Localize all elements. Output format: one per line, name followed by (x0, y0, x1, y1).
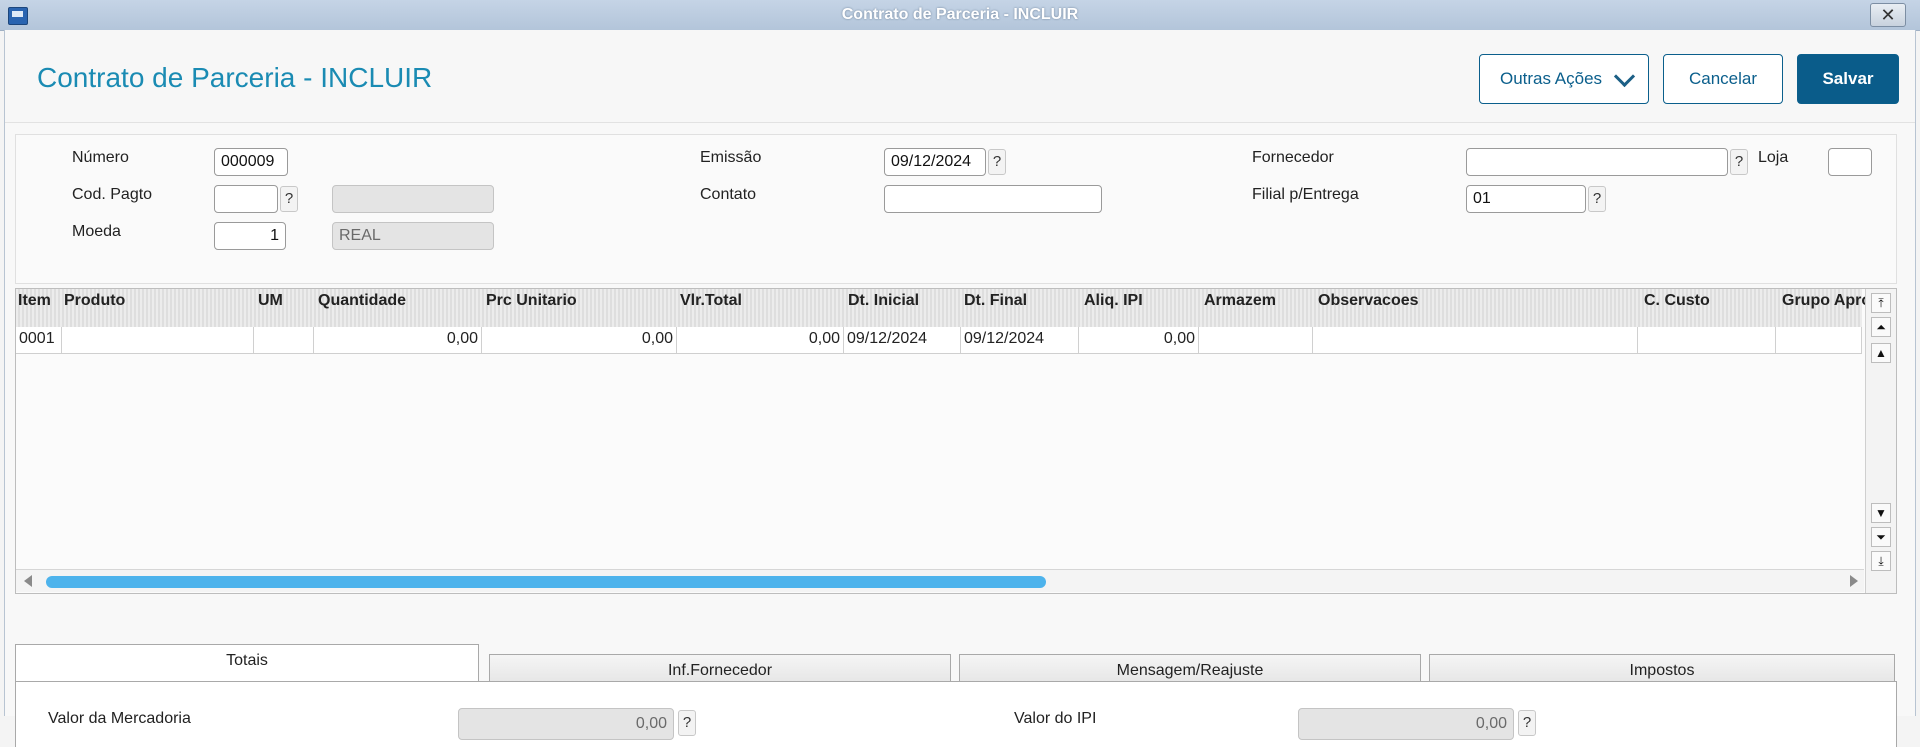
fornecedor-label: Fornecedor (1252, 149, 1334, 166)
cell-um[interactable] (254, 327, 314, 353)
col-header-aliq-ipi[interactable]: Aliq. IPI (1084, 292, 1143, 310)
chevron-down-icon (1613, 65, 1636, 88)
cod-pagto-help-icon[interactable]: ? (280, 186, 298, 212)
valor-ipi-label: Valor do IPI (1014, 710, 1097, 727)
scroll-bottom-icon[interactable]: ⤓ (1871, 551, 1891, 571)
grid-header: Item Produto UM Quantidade Prc Unitario … (16, 289, 1871, 327)
cell-aliq-ipi[interactable]: 0,00 (1079, 327, 1199, 353)
fornecedor-field[interactable] (1466, 148, 1728, 176)
filial-entrega-field[interactable] (1466, 185, 1586, 213)
col-header-grupo-apro[interactable]: Grupo Apro (1782, 292, 1871, 310)
window-title: Contrato de Parceria - INCLUIR (841, 6, 1079, 23)
grid-horizontal-scrollbar[interactable] (16, 569, 1864, 592)
moeda-field[interactable] (214, 222, 286, 250)
cell-grupo-apro[interactable] (1776, 327, 1862, 353)
save-button[interactable]: Salvar (1797, 54, 1899, 104)
outras-acoes-label: Outras Ações (1500, 69, 1603, 88)
outras-acoes-button[interactable]: Outras Ações (1479, 54, 1649, 104)
scroll-down-icon[interactable]: ▼ (1871, 503, 1891, 523)
moeda-description (332, 222, 494, 250)
cell-produto[interactable] (62, 327, 254, 353)
numero-field[interactable] (214, 148, 288, 176)
valor-ipi-field (1298, 708, 1514, 740)
cell-quantidade[interactable]: 0,00 (314, 327, 482, 353)
grid-vertical-scrollbar[interactable]: ⤒ ⏶ ▲ ▼ ⏷ ⤓ (1865, 289, 1896, 593)
valor-mercadoria-field (458, 708, 674, 740)
page-title: Contrato de Parceria - INCLUIR (37, 62, 433, 93)
col-header-prc-unitario[interactable]: Prc Unitario (486, 292, 577, 310)
scroll-top-icon[interactable]: ⤒ (1871, 293, 1891, 313)
scroll-left-icon[interactable] (24, 575, 32, 587)
contato-label: Contato (700, 186, 757, 203)
cell-c-custo[interactable] (1638, 327, 1776, 353)
loja-field[interactable] (1828, 148, 1872, 176)
filial-entrega-help-icon[interactable]: ? (1588, 186, 1606, 212)
col-header-dt-inicial[interactable]: Dt. Inicial (848, 292, 919, 310)
emissao-help-icon[interactable]: ? (988, 149, 1006, 175)
loja-label: Loja (1758, 149, 1789, 166)
emissao-label: Emissão (700, 149, 762, 166)
emissao-field[interactable] (884, 148, 986, 176)
cell-prc-unitario[interactable]: 0,00 (482, 327, 677, 353)
cell-armazem[interactable] (1199, 327, 1313, 353)
close-icon[interactable]: ✕ (1870, 3, 1906, 27)
items-grid: Item Produto UM Quantidade Prc Unitario … (15, 288, 1897, 594)
col-header-c-custo[interactable]: C. Custo (1644, 292, 1710, 310)
header-form: Número Cod. Pagto ? Moeda Emissão ? Cont… (15, 134, 1897, 284)
cod-pagto-label: Cod. Pagto (72, 186, 153, 203)
cell-dt-final[interactable]: 09/12/2024 (961, 327, 1079, 353)
col-header-armazem[interactable]: Armazem (1204, 292, 1276, 310)
col-header-item[interactable]: Item (18, 292, 51, 310)
scroll-up-icon[interactable]: ▲ (1871, 343, 1891, 363)
numero-label: Número (72, 149, 129, 166)
cell-dt-inicial[interactable]: 09/12/2024 (844, 327, 961, 353)
col-header-vlr-total[interactable]: Vlr.Total (680, 292, 742, 310)
col-header-produto[interactable]: Produto (64, 292, 125, 310)
moeda-label: Moeda (72, 223, 121, 240)
col-header-um[interactable]: UM (258, 292, 283, 310)
col-header-observacoes[interactable]: Observacoes (1318, 292, 1419, 310)
scrollbar-thumb[interactable] (46, 576, 1046, 588)
cell-item[interactable]: 0001 (16, 327, 62, 353)
page-down-icon[interactable]: ⏷ (1871, 527, 1891, 547)
totais-panel: Valor da Mercadoria ? Valor do IPI ? (15, 681, 1897, 747)
cancel-button[interactable]: Cancelar (1663, 54, 1783, 104)
cod-pagto-field[interactable] (214, 185, 278, 213)
valor-mercadoria-label: Valor da Mercadoria (48, 710, 191, 727)
cod-pagto-description (332, 185, 494, 213)
dialog-frame: Contrato de Parceria - INCLUIR Outras Aç… (4, 30, 1916, 747)
cell-observacoes[interactable] (1313, 327, 1638, 353)
scroll-right-icon[interactable] (1850, 575, 1858, 587)
fornecedor-help-icon[interactable]: ? (1730, 149, 1748, 175)
table-row[interactable]: 0001 0,00 0,00 0,00 09/12/2024 09/12/202… (16, 327, 1862, 354)
contato-field[interactable] (884, 185, 1102, 213)
valor-mercadoria-help-icon[interactable]: ? (678, 710, 696, 736)
filial-entrega-label: Filial p/Entrega (1252, 186, 1359, 203)
valor-ipi-help-icon[interactable]: ? (1518, 710, 1536, 736)
col-header-quantidade[interactable]: Quantidade (318, 292, 406, 310)
cell-vlr-total[interactable]: 0,00 (677, 327, 844, 353)
page-header: Contrato de Parceria - INCLUIR Outras Aç… (5, 30, 1915, 123)
col-header-dt-final[interactable]: Dt. Final (964, 292, 1027, 310)
page-up-icon[interactable]: ⏶ (1871, 317, 1891, 337)
window-titlebar: Contrato de Parceria - INCLUIR ✕ (0, 0, 1920, 31)
